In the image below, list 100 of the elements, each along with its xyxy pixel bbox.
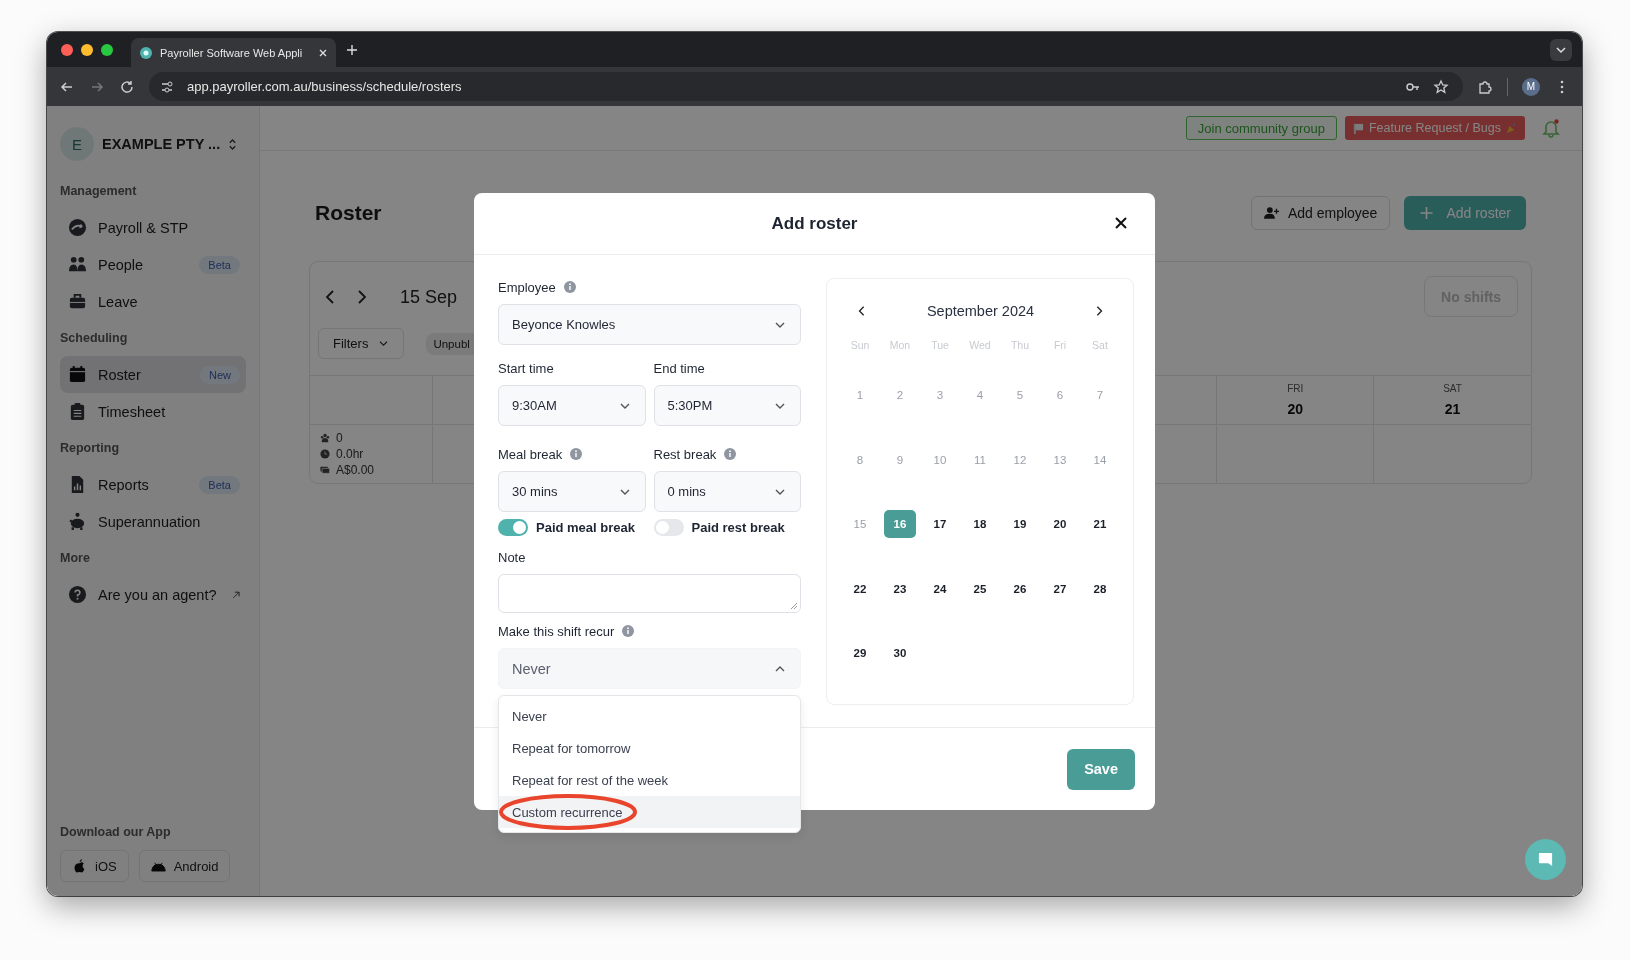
nav-badge: New <box>200 365 240 384</box>
dropdown-option[interactable]: Repeat for rest of the week <box>499 764 800 796</box>
weekday-label: FRI <box>1287 383 1304 394</box>
nav-item[interactable]: Leave <box>60 283 246 320</box>
chat-button[interactable] <box>1525 839 1566 880</box>
calendar-day[interactable]: 27 <box>1044 574 1076 603</box>
section-heading: Management <box>60 183 138 200</box>
org-avatar: E <box>60 127 94 161</box>
info-icon[interactable] <box>724 448 737 460</box>
stat-value: 0.0hr <box>336 447 364 461</box>
calendar-day: 6 <box>1044 381 1076 410</box>
reload-icon[interactable] <box>119 78 135 95</box>
party-popper-icon <box>1506 122 1517 134</box>
info-icon[interactable] <box>622 625 635 637</box>
help-icon <box>68 585 87 604</box>
time-select[interactable]: 9:30AM <box>498 385 646 426</box>
break-select[interactable]: 30 mins <box>498 471 646 512</box>
time-select[interactable]: 5:30PM <box>653 385 801 426</box>
people-icon <box>320 433 330 443</box>
next-week-icon[interactable] <box>356 289 368 305</box>
calendar-day[interactable]: 26 <box>1004 574 1036 603</box>
calendar-day[interactable]: 22 <box>844 574 876 603</box>
site-settings-icon[interactable] <box>159 78 175 95</box>
calendar-day[interactable]: 24 <box>924 574 956 603</box>
dropdown-option[interactable]: Custom recurrence <box>499 796 800 828</box>
extensions-icon[interactable] <box>1477 78 1493 95</box>
calendar-day: 11 <box>964 445 996 474</box>
toggle-switch[interactable] <box>498 518 528 536</box>
nav-item[interactable]: People Beta <box>60 246 246 283</box>
previous-month-icon[interactable] <box>857 304 867 318</box>
calendar-day: 2 <box>884 381 916 410</box>
piggy-bank-icon <box>68 512 87 531</box>
nav-item[interactable]: Are you an agent? <box>60 576 246 613</box>
app-store-button[interactable]: iOS <box>60 850 129 882</box>
new-tab-icon[interactable] <box>346 43 358 56</box>
recurrence-select[interactable]: Never <box>498 648 801 689</box>
toggle-label: Paid rest break <box>691 519 785 535</box>
next-month-icon[interactable] <box>1094 304 1104 318</box>
chevron-down-icon <box>618 487 631 496</box>
section-heading: Reporting <box>60 440 121 457</box>
dropdown-option[interactable]: Never <box>499 700 800 732</box>
calendar-day[interactable]: 25 <box>964 574 996 603</box>
field-label: Start time <box>498 360 554 376</box>
calendar-day: 15 <box>844 510 876 539</box>
calendar-day: 13 <box>1044 445 1076 474</box>
calendar-day[interactable]: 18 <box>964 510 996 539</box>
bookmark-star-icon[interactable] <box>1433 78 1449 95</box>
close-window-icon[interactable] <box>61 43 73 56</box>
calendar-day[interactable]: 20 <box>1044 510 1076 539</box>
calendar-day[interactable]: 17 <box>924 510 956 539</box>
toggle-switch[interactable] <box>653 518 684 536</box>
field-label: Make this shift recur <box>498 623 615 639</box>
weekday-label: SAT <box>1443 383 1462 394</box>
calendar-day[interactable]: 23 <box>884 574 916 603</box>
chevron-down-icon <box>618 401 631 410</box>
field-label: Note <box>498 549 526 565</box>
browser-tab[interactable]: Payroller Software Web Appli <box>131 38 336 67</box>
chevron-down-icon <box>774 401 786 410</box>
date-range: 15 Sep <box>400 286 458 308</box>
info-icon[interactable] <box>570 448 583 460</box>
plus-icon <box>1419 206 1435 220</box>
previous-week-icon[interactable] <box>324 289 336 305</box>
nav-item[interactable]: Timesheet <box>60 393 246 430</box>
calendar-day[interactable]: 19 <box>1004 510 1036 539</box>
note-field[interactable] <box>498 574 801 613</box>
calendar-day: 1 <box>844 381 876 410</box>
minimize-window-icon[interactable] <box>81 43 93 56</box>
profile-avatar[interactable]: M <box>1522 77 1540 96</box>
nav-item[interactable]: Payroll & STP <box>60 209 246 246</box>
chevron-up-icon <box>774 664 786 673</box>
dropdown-option[interactable]: Repeat for tomorrow <box>499 732 800 764</box>
calendar-day[interactable]: 28 <box>1084 574 1116 603</box>
flag-icon <box>1352 122 1364 134</box>
chevron-updown-icon[interactable] <box>228 137 238 151</box>
address-bar[interactable]: app.payroller.com.au/business/schedule/rosters <box>149 72 1463 101</box>
url-text: app.payroller.com.au/business/schedule/rosters <box>187 79 462 94</box>
calendar-day[interactable]: 30 <box>884 639 916 668</box>
filters-button[interactable]: Filters <box>318 328 405 359</box>
nav-item[interactable]: Reports Beta <box>60 466 246 503</box>
nav-item[interactable]: Roster New <box>60 356 246 393</box>
field-label: Employee <box>498 279 556 295</box>
notification-bell-icon[interactable] <box>1541 118 1561 138</box>
add-employee-button[interactable]: Add employee <box>1250 196 1391 230</box>
calendar-day: 9 <box>884 445 916 474</box>
close-tab-icon[interactable] <box>318 47 328 58</box>
app-store-button[interactable]: Android <box>138 850 231 882</box>
employee-select[interactable]: Beyonce Knowles <box>498 304 801 345</box>
info-icon[interactable] <box>563 281 576 293</box>
favicon-icon <box>139 45 153 60</box>
resize-handle-icon[interactable] <box>790 602 798 610</box>
break-select[interactable]: 0 mins <box>653 471 801 512</box>
close-icon[interactable] <box>1114 216 1128 230</box>
calendar-day[interactable]: 29 <box>844 639 876 668</box>
maximize-window-icon[interactable] <box>101 43 113 56</box>
org-switcher[interactable]: EXAMPLE PTY ... <box>102 136 221 152</box>
nav-item[interactable]: Superannuation <box>60 503 246 540</box>
calendar-day[interactable]: 21 <box>1084 510 1116 539</box>
weekday-label: Fri <box>1052 337 1068 353</box>
tab-search-icon[interactable] <box>1550 38 1572 61</box>
apple-icon <box>72 858 87 874</box>
